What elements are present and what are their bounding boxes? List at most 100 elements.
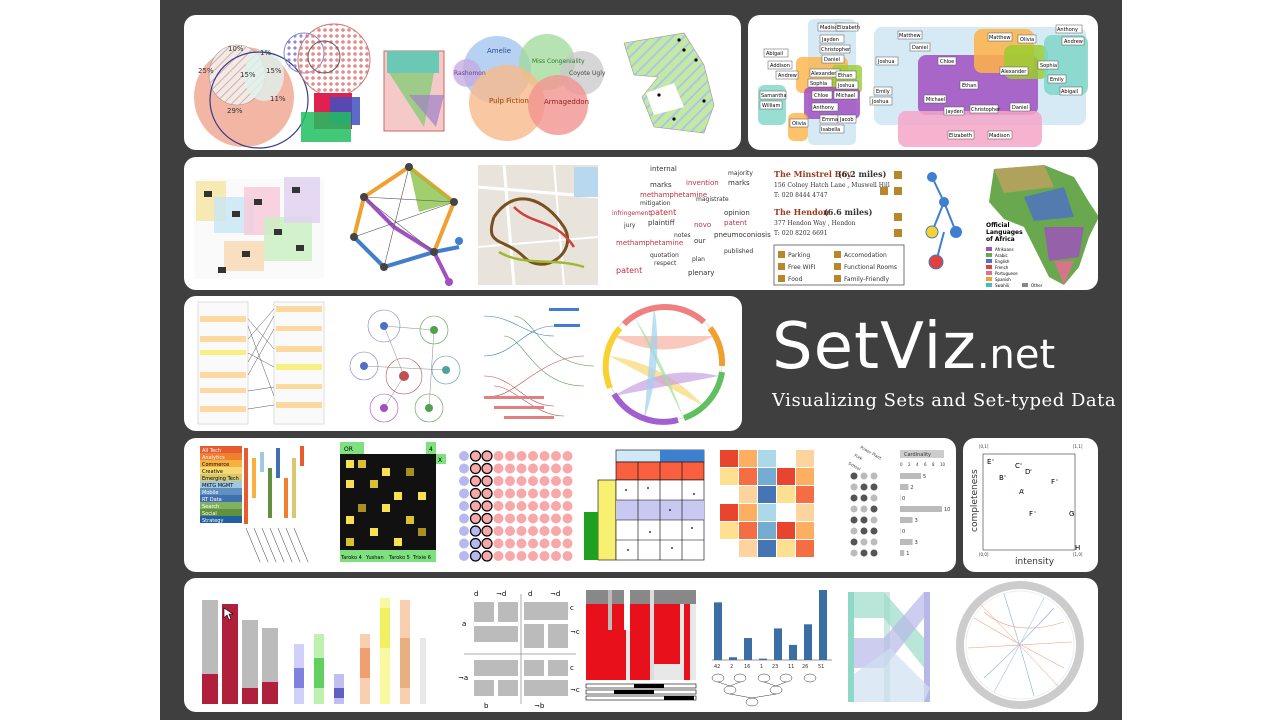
grid-dot bbox=[528, 551, 538, 561]
svg-text:G: G bbox=[1069, 510, 1074, 518]
blob-point bbox=[677, 38, 681, 42]
row3-thumbnails bbox=[197, 301, 726, 425]
svg-text:Abigail: Abigail bbox=[766, 51, 783, 57]
grid-dot bbox=[539, 526, 550, 536]
cardinality-dot bbox=[850, 527, 858, 535]
panel-row2[interactable]: internal marks invention methamphetamine… bbox=[184, 157, 1098, 290]
svg-text:Spanish: Spanish bbox=[995, 277, 1011, 282]
tree-bar bbox=[819, 590, 827, 660]
cardinality-value: 2 bbox=[910, 485, 913, 491]
heatmap-cell bbox=[777, 486, 795, 503]
site-logo-title[interactable]: SetViz.net bbox=[772, 312, 1055, 390]
svg-text:William: William bbox=[762, 103, 780, 109]
grid-dot bbox=[459, 538, 469, 549]
family-icon bbox=[894, 229, 902, 237]
rect-teal-top bbox=[387, 51, 439, 73]
grid-dot bbox=[551, 451, 561, 461]
pub-listing: The Minstrel Boy (6.2 miles) 156 Colney … bbox=[773, 169, 905, 286]
grid-dot bbox=[493, 463, 504, 474]
grid-dot bbox=[481, 500, 493, 512]
grid-dot bbox=[539, 451, 550, 461]
cardinality-value: 0 bbox=[902, 496, 905, 502]
svg-text:Elizabeth: Elizabeth bbox=[837, 25, 860, 31]
svg-text:D: D bbox=[1025, 468, 1030, 476]
cardinality-dot bbox=[860, 549, 868, 557]
svg-text:OR: OR bbox=[344, 446, 353, 453]
grid-dot bbox=[493, 476, 504, 486]
pub1-dist: (6.2 miles) bbox=[838, 169, 887, 179]
tree-bar bbox=[744, 638, 752, 660]
svg-text:Daniel: Daniel bbox=[1012, 105, 1028, 111]
svg-text:1: 1 bbox=[760, 664, 763, 670]
svg-text:X: X bbox=[438, 457, 442, 464]
svg-text:marks: marks bbox=[728, 179, 750, 187]
svg-text:of Africa: of Africa bbox=[986, 236, 1015, 243]
blob-point bbox=[702, 99, 706, 103]
svg-text:¬a: ¬a bbox=[458, 674, 468, 682]
grid-dot bbox=[562, 451, 573, 461]
svg-text:Joshua: Joshua bbox=[871, 99, 889, 105]
cardinality-dot bbox=[860, 483, 868, 491]
tree-links bbox=[483, 308, 595, 419]
grid-dot bbox=[505, 526, 515, 536]
grid-dot bbox=[481, 550, 493, 562]
svg-text:Samantha: Samantha bbox=[761, 93, 787, 99]
svg-text:¬c: ¬c bbox=[570, 686, 580, 694]
grid-dot bbox=[493, 451, 504, 461]
pub2-name: The Hendon bbox=[774, 207, 829, 217]
svg-text:novo: novo bbox=[694, 221, 711, 229]
panel-row3[interactable] bbox=[184, 296, 742, 431]
grid-dot bbox=[516, 513, 527, 524]
cardinality-dot bbox=[870, 472, 878, 480]
grid-dot bbox=[469, 487, 482, 500]
panel-row5[interactable]: d ¬d d ¬d a ¬a c ¬c c ¬c b ¬b 42 2 16 1 … bbox=[184, 578, 1098, 712]
grid-dot bbox=[493, 488, 504, 499]
heatmap-cell bbox=[739, 468, 757, 485]
heatmap-cell bbox=[739, 522, 757, 539]
panel-scatter[interactable]: [0,1] [1,1] [0,0] [1,0] completeness int… bbox=[963, 438, 1098, 572]
grid-dot bbox=[481, 487, 493, 500]
svg-text:Jayden: Jayden bbox=[821, 37, 839, 43]
cardinality-value: 3 bbox=[915, 518, 918, 524]
grid-dot bbox=[516, 463, 527, 474]
site-name-main: SetViz bbox=[772, 310, 977, 384]
svg-text:Languages: Languages bbox=[986, 229, 1023, 236]
grid-dot bbox=[516, 488, 527, 499]
grid-dot bbox=[562, 513, 573, 524]
svg-text:Family-Friendly: Family-Friendly bbox=[844, 276, 889, 283]
heatmap-cell bbox=[758, 468, 776, 485]
grid-dot bbox=[516, 451, 527, 461]
panel-name-sets[interactable]: Madison Elizabeth Jayden Christopher Dan… bbox=[748, 15, 1098, 150]
grid-dot bbox=[469, 525, 482, 537]
y-axis-label: completeness bbox=[970, 469, 980, 532]
heatmap-cell bbox=[720, 522, 738, 539]
circular-bundle bbox=[956, 581, 1084, 709]
panel-euler-venn[interactable]: 10% 1% 25% 15% 15% 11% 29% Amelie Miss C… bbox=[184, 15, 741, 150]
pub2-dist: (6.6 miles) bbox=[824, 207, 873, 217]
bubble-label-armageddon: Armageddon bbox=[544, 98, 589, 106]
cardinality-bar bbox=[900, 484, 909, 490]
grid-dot bbox=[551, 476, 561, 486]
grid-dot bbox=[562, 476, 573, 486]
grid-dot bbox=[493, 551, 504, 561]
panel-row4[interactable]: All Tech Analytics Commerce Creative Eme… bbox=[184, 438, 956, 572]
heatmap-cell bbox=[739, 504, 757, 521]
euler-label-10: 10% bbox=[228, 45, 244, 53]
chord-diagram bbox=[602, 303, 726, 425]
svg-text:F: F bbox=[1051, 478, 1055, 486]
grid-dot bbox=[459, 501, 469, 511]
cardinality-dot bbox=[870, 494, 878, 502]
dot-circle-pink bbox=[297, 23, 371, 97]
svg-text:Arabic: Arabic bbox=[995, 253, 1008, 258]
heatmap-cell bbox=[758, 450, 776, 467]
svg-text:respect: respect bbox=[654, 260, 677, 267]
heatmap-cell bbox=[720, 468, 738, 485]
blob-point bbox=[672, 117, 676, 121]
euler-venn-thumbnails: 10% 1% 25% 15% 15% 11% 29% Amelie Miss C… bbox=[194, 23, 715, 149]
svg-text:Strategy: Strategy bbox=[202, 518, 223, 524]
grid-dot bbox=[481, 537, 493, 550]
cardinality-value: 5 bbox=[923, 474, 926, 480]
timeline-sets bbox=[194, 177, 324, 279]
svg-text:majority: majority bbox=[728, 170, 753, 177]
svg-text:Michael: Michael bbox=[836, 93, 855, 99]
